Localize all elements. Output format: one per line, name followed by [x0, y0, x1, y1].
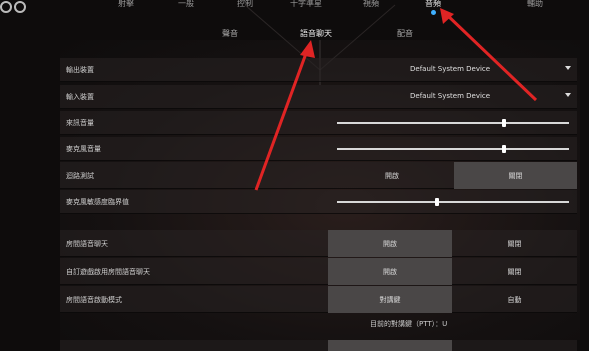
tab-audio[interactable]: 音頻 [425, 0, 441, 15]
logo [0, 0, 28, 17]
output-device-value: Default System Device [410, 65, 491, 73]
party-voice-label: 房間語音聊天 [66, 240, 108, 248]
incoming-volume-label: 來訊音量 [66, 119, 94, 127]
tab-video[interactable]: 視頻 [363, 0, 379, 9]
tab-general[interactable]: 一般 [178, 0, 194, 9]
mic-volume-slider[interactable] [337, 145, 569, 153]
party-voice-row: 房間語音聊天 開啟 關閉 [60, 230, 577, 257]
auto-party-voice-off-button[interactable]: 關閉 [452, 258, 577, 285]
chevron-down-icon [565, 66, 571, 70]
auto-party-voice-on-button[interactable]: 開啟 [328, 258, 452, 285]
mic-sensitivity-slider[interactable] [337, 198, 569, 206]
party-voice-mode-row: 房間語音啟動模式 對講鍵 自動 [60, 286, 577, 313]
tab-crosshair[interactable]: 十字準星 [290, 0, 322, 9]
ptt-mode-button[interactable]: 對講鍵 [328, 286, 452, 313]
subtab-voice-over[interactable]: 配音 [397, 28, 413, 39]
auto-party-voice-label: 自訂遊戲啟用房間語音聊天 [66, 268, 150, 276]
output-device-dropdown[interactable]: Default System Device [330, 58, 577, 82]
incoming-volume-row: 來訊音量 [60, 111, 577, 135]
incoming-volume-slider[interactable] [337, 119, 569, 127]
output-device-row: 輸出裝置 Default System Device [60, 58, 577, 82]
auto-party-voice-row: 自訂遊戲啟用房間語音聊天 開啟 關閉 [60, 258, 577, 285]
tab-accessibility[interactable]: 輔助 [527, 0, 543, 9]
tab-shooting[interactable]: 射擊 [118, 0, 134, 9]
loopback-on-button[interactable]: 開啟 [330, 162, 454, 189]
party-voice-mode-label: 房間語音啟動模式 [66, 296, 122, 304]
mic-volume-label: 麥克風音量 [66, 145, 101, 153]
output-device-label: 輸出裝置 [66, 66, 94, 74]
loopback-off-button[interactable]: 關閉 [454, 162, 577, 189]
subtab-sound[interactable]: 聲音 [222, 28, 238, 39]
subtab-voice-chat[interactable]: 語音聊天 [300, 28, 332, 39]
auto-mode-button[interactable]: 自動 [452, 286, 577, 313]
current-ptt-key-text: 目前的對講鍵（PTT）：U [370, 320, 448, 328]
mic-sensitivity-row: 麥克風敏感度臨界值 [60, 190, 577, 214]
chevron-down-icon [565, 93, 571, 97]
top-nav: 射擊 一般 控制 十字準星 視頻 音頻 輔助 [0, 0, 589, 17]
tab-controls[interactable]: 控制 [237, 0, 253, 9]
input-device-value: Default System Device [410, 92, 491, 100]
partial-toggle [328, 340, 452, 351]
slider-handle[interactable] [502, 119, 507, 127]
partial-row [60, 340, 577, 351]
slider-handle[interactable] [434, 198, 439, 206]
slider-handle[interactable] [502, 145, 507, 153]
party-voice-on-button[interactable]: 開啟 [328, 230, 452, 257]
loopback-test-label: 迴路測試 [66, 172, 94, 180]
mic-sensitivity-label: 麥克風敏感度臨界值 [66, 198, 129, 206]
input-device-dropdown[interactable]: Default System Device [330, 85, 577, 109]
sub-tabs: 聲音 語音聊天 配音 [0, 28, 589, 44]
mic-volume-row: 麥克風音量 [60, 137, 577, 161]
input-device-label: 輸入裝置 [66, 93, 94, 101]
party-voice-off-button[interactable]: 關閉 [452, 230, 577, 257]
input-device-row: 輸入裝置 Default System Device [60, 85, 577, 109]
loopback-test-row: 迴路測試 開啟 關閉 [60, 162, 577, 189]
